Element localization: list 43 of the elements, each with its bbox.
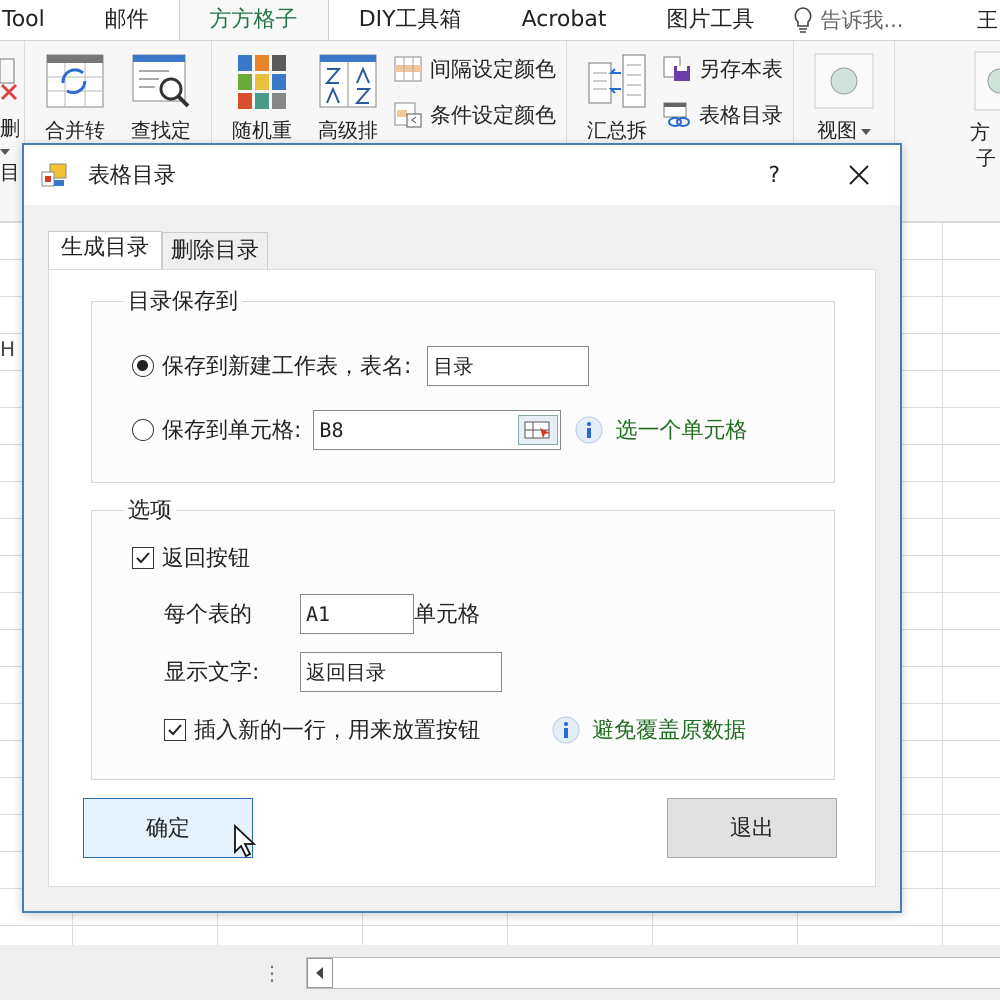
ribbon-tab[interactable]: DIY工具箱 bbox=[328, 0, 492, 40]
more-options[interactable]: ⋮ bbox=[262, 960, 302, 984]
column-header: H bbox=[0, 337, 16, 361]
field-label: 每个表的 bbox=[164, 601, 253, 629]
dialog-tab[interactable]: 生成目录 bbox=[48, 231, 162, 270]
field-suffix: 单元格 bbox=[414, 601, 480, 629]
ribbon-button[interactable]: 间隔设定颜色 bbox=[394, 55, 556, 83]
ribbon-tab[interactable]: 方方格子 bbox=[178, 0, 329, 40]
help-button[interactable]: ? bbox=[758, 158, 790, 192]
dialog-button[interactable]: 退出 bbox=[667, 798, 837, 858]
ribbon-tab[interactable]: Tool bbox=[0, 0, 75, 40]
input-field[interactable]: 返回目录 bbox=[300, 652, 502, 692]
dialog-tab[interactable]: 删除目录 bbox=[162, 232, 268, 269]
checkbox-label[interactable]: 插入新的一行，用来放置按钮 bbox=[194, 715, 480, 745]
ribbon-tab[interactable]: 图片工具 bbox=[636, 0, 784, 40]
tell-me-search[interactable]: 告诉我... bbox=[820, 6, 904, 34]
ribbon-button-label[interactable]: 目 bbox=[0, 159, 20, 186]
ribbon-button-label[interactable]: 删 bbox=[0, 115, 20, 142]
input-field[interactable]: B8 bbox=[313, 410, 562, 450]
ribbon-tab[interactable]: Acrobat bbox=[492, 0, 636, 40]
group-title: 目录保存到 bbox=[127, 288, 239, 316]
ribbon-button-label[interactable]: 子 bbox=[976, 145, 996, 172]
account-initial: 王 bbox=[977, 7, 999, 34]
ribbon-button[interactable]: 随机重 bbox=[222, 53, 302, 221]
ribbon-button[interactable]: 另存本表 bbox=[663, 55, 783, 83]
dialog-button[interactable]: 确定 bbox=[83, 798, 253, 858]
ribbon-button[interactable]: 汇总拆 bbox=[577, 53, 657, 221]
ribbon-button-label[interactable]: 方 bbox=[970, 119, 990, 146]
checkbox-label[interactable]: 返回按钮 bbox=[162, 543, 250, 573]
field-label: 显示文字: bbox=[164, 659, 260, 687]
radio-label[interactable]: 保存到单元格: bbox=[162, 415, 302, 445]
ribbon-tab[interactable]: 邮件 bbox=[74, 0, 179, 40]
ribbon-button[interactable]: 条件设定颜色 bbox=[394, 101, 556, 129]
radio-label[interactable]: 保存到新建工作表，表名: bbox=[162, 351, 412, 381]
ribbon-button[interactable]: 高级排 bbox=[308, 53, 388, 221]
ribbon-button[interactable]: 表格目录 bbox=[663, 101, 783, 129]
window-title: 表格目录 bbox=[88, 162, 176, 190]
ribbon-button[interactable]: 视图 bbox=[804, 53, 884, 221]
input-field[interactable]: A1 bbox=[300, 594, 414, 634]
hint-text: 选一个单元格 bbox=[615, 417, 748, 445]
input-field[interactable]: 目录 bbox=[427, 346, 590, 386]
group-title: 选项 bbox=[127, 497, 173, 525]
hint-text: 避免覆盖原数据 bbox=[592, 717, 746, 745]
